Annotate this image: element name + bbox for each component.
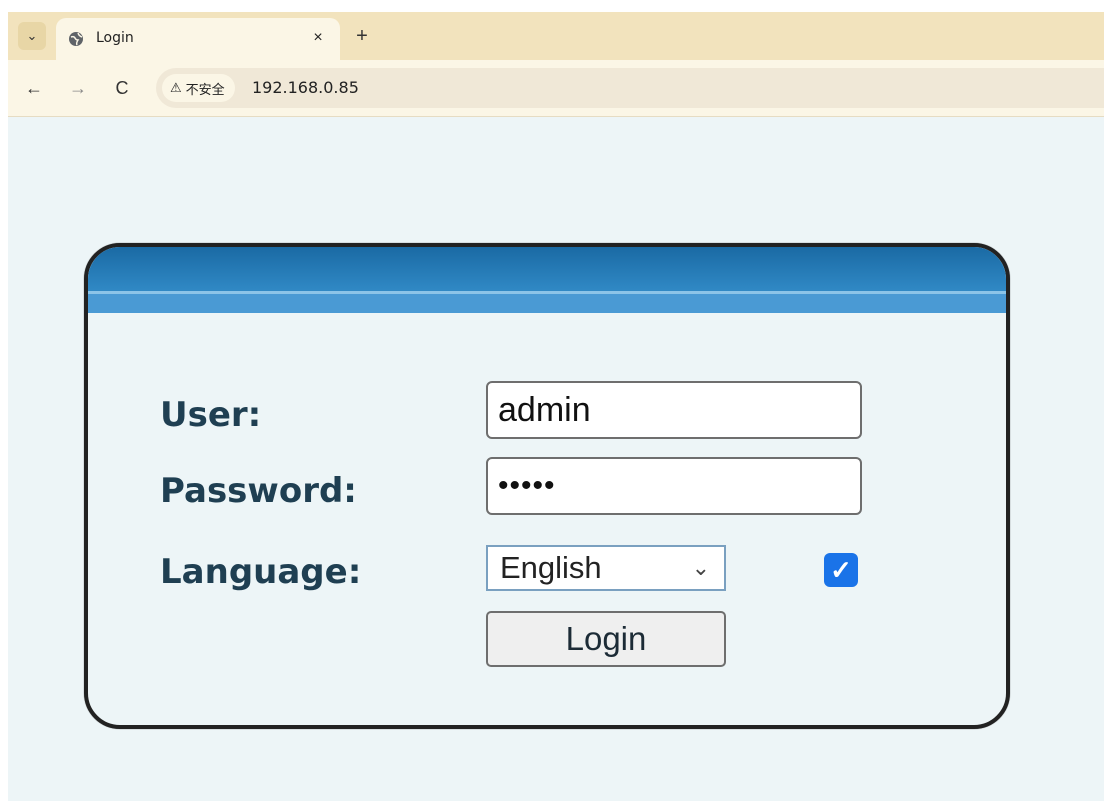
password-input[interactable]: ••••• [486, 457, 862, 515]
reload-icon[interactable]: C [110, 76, 134, 100]
user-label: User: [160, 395, 262, 435]
browser-chrome: ⌄ Login × + ← → C ⚠ 不安全 192.168.0.85 [8, 12, 1104, 117]
login-button[interactable]: Login [486, 611, 726, 667]
remember-checkbox[interactable]: ✓ [824, 553, 858, 587]
globe-icon [69, 32, 83, 46]
security-label: 不安全 [185, 82, 225, 98]
url-text[interactable]: 192.168.0.85 [252, 78, 359, 97]
language-label: Language: [160, 552, 362, 592]
warning-icon: ⚠ [170, 80, 182, 96]
tab-strip: ⌄ Login × + [8, 12, 1104, 60]
new-tab-button[interactable]: + [350, 24, 374, 48]
user-input[interactable]: admin [486, 381, 862, 439]
panel-header [88, 247, 1006, 313]
browser-toolbar: ← → C ⚠ 不安全 192.168.0.85 [8, 60, 1104, 117]
chevron-down-icon: ⌄ [26, 28, 38, 43]
tab-login[interactable]: Login × [56, 18, 340, 60]
chevron-down-icon: ⌄ [691, 555, 710, 580]
forward-icon[interactable]: → [66, 76, 90, 100]
page-content: User: admin Password: ••••• Language: En… [8, 117, 1104, 801]
checkmark-icon: ✓ [830, 554, 852, 585]
tab-search-button[interactable]: ⌄ [18, 22, 46, 50]
header-lower-band [88, 294, 1006, 313]
address-bar[interactable]: ⚠ 不安全 192.168.0.85 [156, 68, 1104, 108]
back-icon[interactable]: ← [22, 76, 46, 100]
close-icon[interactable]: × [308, 28, 328, 48]
security-indicator[interactable]: ⚠ 不安全 [162, 74, 235, 102]
login-panel: User: admin Password: ••••• Language: En… [84, 243, 1010, 729]
password-label: Password: [160, 471, 357, 511]
language-select[interactable]: English ⌄ [486, 545, 726, 591]
tab-title: Login [96, 30, 134, 46]
language-selected-value: English [500, 550, 602, 585]
